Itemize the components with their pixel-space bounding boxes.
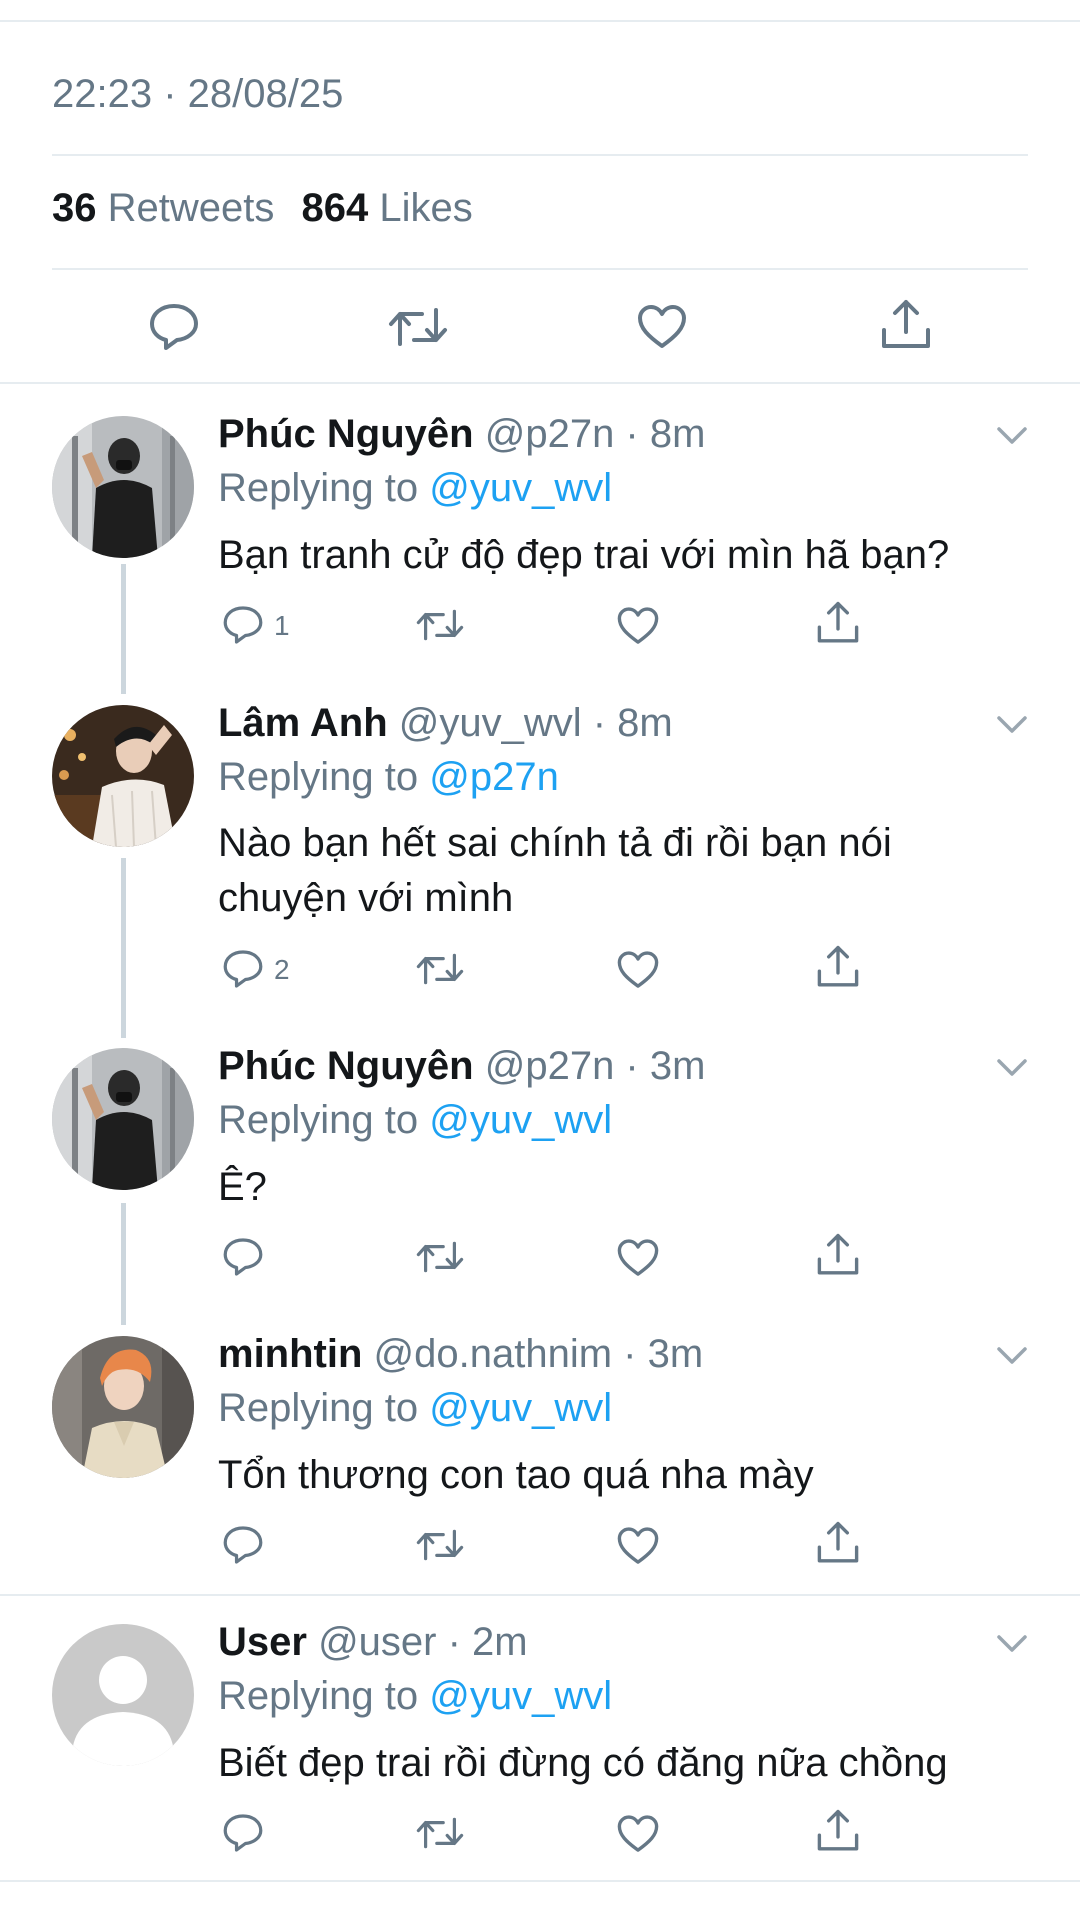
handle-time: @user · 2m [318, 1620, 528, 1664]
reply-icon[interactable] [148, 302, 200, 352]
retweet-icon[interactable] [388, 304, 448, 350]
replying-label: Replying to [218, 755, 419, 799]
reply-text: Biết đẹp trai rồi đừng có đăng nữa chồng [218, 1741, 948, 1785]
reply-header: Phúc Nguyên @p27n · 3m [218, 1044, 705, 1089]
avatar-placeholder[interactable] [52, 1624, 194, 1766]
replying-label: Replying to [218, 1386, 419, 1430]
replying-to: Replying to @yuv_wvl [218, 1386, 612, 1431]
display-name[interactable]: minhtin [218, 1332, 362, 1376]
handle-time: @p27n · 3m [484, 1044, 706, 1088]
tweet-timestamp: 22:23 · 28/08/25 [52, 72, 344, 116]
replying-to: Replying to @p27n [218, 755, 559, 800]
reply-text: Tổn thương con tao quá nha mày [218, 1453, 814, 1497]
chevron-down-icon[interactable] [996, 426, 1028, 451]
reply-header: Lâm Anh @yuv_wvl · 8m [218, 701, 673, 746]
reply-icon[interactable] [222, 948, 264, 990]
thread-line [121, 1203, 126, 1325]
retweet-icon[interactable] [416, 950, 464, 988]
handle-time: @yuv_wvl · 8m [398, 701, 673, 745]
mention-link[interactable]: @yuv_wvl [429, 466, 612, 510]
avatar[interactable] [52, 416, 194, 558]
heart-icon[interactable] [616, 1238, 660, 1278]
section-divider [0, 1594, 1080, 1596]
likes-count[interactable]: 864 [302, 186, 369, 230]
replying-to: Replying to @yuv_wvl [218, 466, 612, 511]
retweet-icon[interactable] [416, 1238, 464, 1276]
handle-time: @p27n · 8m [484, 412, 706, 456]
reply-actions [218, 1520, 918, 1570]
display-name[interactable]: User [218, 1620, 307, 1664]
reply-icon[interactable] [222, 1812, 264, 1854]
replying-label: Replying to [218, 466, 419, 510]
reply-actions [218, 1808, 918, 1858]
chevron-down-icon[interactable] [996, 1058, 1028, 1083]
reply-text: Nào bạn hết sai chính tả đi rồi bạn nói … [218, 821, 892, 920]
mention-link[interactable]: @p27n [429, 755, 559, 799]
chevron-down-icon[interactable] [996, 1634, 1028, 1659]
replying-label: Replying to [218, 1098, 419, 1142]
share-icon[interactable] [816, 600, 860, 646]
reply-icon[interactable] [222, 604, 264, 646]
display-name[interactable]: Lâm Anh [218, 701, 388, 745]
replying-label: Replying to [218, 1674, 419, 1718]
reply-text: Ê? [218, 1165, 267, 1209]
retweets-count[interactable]: 36 [52, 186, 97, 230]
handle-time: @do.nathnim · 3m [373, 1332, 704, 1376]
reply-actions: 2 [218, 944, 918, 994]
likes-label[interactable]: Likes [379, 186, 472, 230]
share-icon[interactable] [816, 1808, 860, 1854]
reply-actions [218, 1232, 918, 1282]
bottom-divider [0, 1880, 1080, 1882]
mention-link[interactable]: @yuv_wvl [429, 1386, 612, 1430]
divider [52, 154, 1028, 156]
avatar[interactable] [52, 1048, 194, 1190]
thread-line [121, 564, 126, 694]
reply-actions: 1 [218, 600, 918, 650]
display-name[interactable]: Phúc Nguyên [218, 412, 474, 456]
heart-icon[interactable] [616, 1526, 660, 1566]
retweet-icon[interactable] [416, 1814, 464, 1852]
retweet-icon[interactable] [416, 606, 464, 644]
retweets-label[interactable]: Retweets [108, 186, 275, 230]
reply-icon[interactable] [222, 1236, 264, 1278]
reply-header: User @user · 2m [218, 1620, 528, 1665]
avatar[interactable] [52, 1336, 194, 1478]
thread-line [121, 858, 126, 1038]
top-divider [0, 20, 1080, 22]
display-name[interactable]: Phúc Nguyên [218, 1044, 474, 1088]
chevron-down-icon[interactable] [996, 715, 1028, 740]
section-divider [0, 382, 1080, 384]
heart-icon[interactable] [636, 304, 688, 350]
tweet-stats: 36 Retweets 864 Likes [52, 186, 473, 231]
share-icon[interactable] [816, 1232, 860, 1278]
chevron-down-icon[interactable] [996, 1346, 1028, 1371]
reply-count: 1 [274, 610, 290, 641]
replying-to: Replying to @yuv_wvl [218, 1098, 612, 1143]
replying-to: Replying to @yuv_wvl [218, 1674, 612, 1719]
reply-header: Phúc Nguyên @p27n · 8m [218, 412, 705, 457]
share-icon[interactable] [816, 944, 860, 990]
tweet-action-bar [0, 270, 1080, 380]
share-icon[interactable] [816, 1520, 860, 1566]
reply-header: minhtin @do.nathnim · 3m [218, 1332, 703, 1377]
heart-icon[interactable] [616, 606, 660, 646]
reply-count: 2 [274, 954, 290, 985]
heart-icon[interactable] [616, 1814, 660, 1854]
reply-icon[interactable] [222, 1524, 264, 1566]
share-icon[interactable] [880, 298, 932, 352]
reply-text: Bạn tranh cử độ đẹp trai với mìn hã bạn? [218, 533, 950, 577]
retweet-icon[interactable] [416, 1526, 464, 1564]
heart-icon[interactable] [616, 950, 660, 990]
avatar[interactable] [52, 705, 194, 847]
mention-link[interactable]: @yuv_wvl [429, 1098, 612, 1142]
mention-link[interactable]: @yuv_wvl [429, 1674, 612, 1718]
